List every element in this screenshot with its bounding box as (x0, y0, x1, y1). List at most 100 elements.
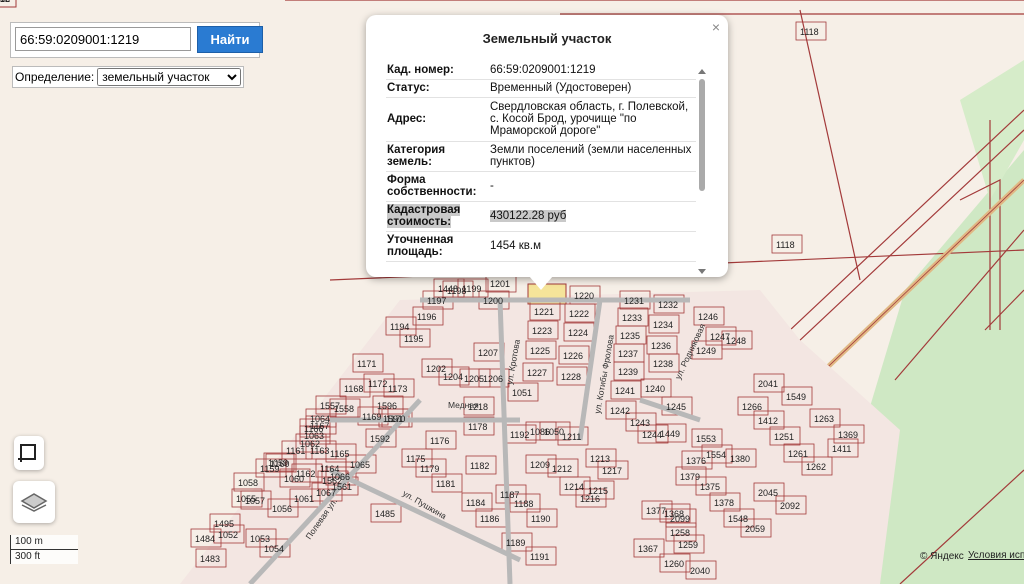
parcel-number-label: 1562 (322, 476, 342, 486)
parcel-number-label: 1554 (706, 450, 726, 460)
parcel-number-label: 1054 (264, 544, 284, 554)
parcel-number-label: 1053 (250, 534, 270, 544)
parcel-number-label: 1412 (758, 416, 778, 426)
search-panel: Найти (10, 22, 263, 58)
parcel-number-label: 1186 (480, 514, 499, 524)
parcel-number-label: 1369 (838, 430, 858, 440)
parcel-number-label: 1165 (330, 449, 349, 459)
parcel-number-label: 1065 (350, 460, 370, 470)
parcel-number-label: 1495 (214, 519, 234, 529)
popup-title: Земельный участок (482, 31, 612, 46)
parcel-number-label: 1118 (800, 27, 819, 37)
parcel-number-label: 1241 (615, 386, 635, 396)
info-row-cadastral-number: Кад. номер: 66:59:0209001:1219 (386, 61, 696, 80)
definition-select[interactable]: земельный участок (97, 68, 242, 86)
parcel-number-label: 1224 (568, 328, 588, 338)
parcel-number-label: 1226 (563, 351, 583, 361)
parcel-number-label: 1179 (420, 464, 439, 474)
parcel-number-label: 1558 (334, 404, 354, 414)
map-copyright: © Яндекс (920, 551, 964, 562)
info-row-cadastral-value: Кадастровая стоимость: 430122.28 руб (386, 201, 696, 232)
info-row-ownership: Форма собственности: - (386, 171, 696, 202)
parcel-number-label: 1243 (630, 418, 650, 428)
info-value: 66:59:0209001:1219 (488, 61, 696, 80)
parcel-number-label: 1211 (562, 432, 581, 442)
info-value: Временный (Удостоверен) (488, 79, 696, 98)
parcel-number-label: 1237 (618, 349, 638, 359)
parcel-number-label: 1209 (530, 460, 550, 470)
parcel-number-label: 1195 (404, 334, 423, 344)
parcel-number-label: 861 (0, 0, 5, 4)
parcel-number-label: 1375 (700, 482, 720, 492)
parcel-number-label: 1379 (680, 472, 700, 482)
scroll-thumb[interactable] (699, 79, 705, 191)
parcel-number-label: 1175 (406, 454, 425, 464)
parcel-number-label: 1206 (483, 374, 503, 384)
scale-metric: 100 m (10, 535, 78, 550)
parcel-number-label: 1188 (514, 499, 533, 509)
info-row-status: Статус: Временный (Удостоверен) (386, 79, 696, 98)
parcel-number-label: 1231 (624, 296, 644, 306)
close-icon[interactable]: × (712, 19, 720, 35)
street-name-label: Медная (448, 400, 479, 410)
scroll-down-arrow-icon[interactable] (698, 269, 706, 274)
info-row-land-category: Категория земель: Земли поселений (земли… (386, 141, 696, 172)
parcel-number-label: 1262 (806, 462, 826, 472)
parcel-number-label: 2045 (758, 488, 778, 498)
parcel-number-label: 1058 (238, 478, 258, 488)
parcel-number-label: 1222 (569, 309, 589, 319)
fullscreen-button[interactable] (14, 436, 44, 470)
parcel-number-label: 1204 (443, 372, 463, 382)
parcel-number-label: 1178 (468, 422, 487, 432)
parcel-number-label: 1225 (530, 346, 550, 356)
parcel-number-label: 1380 (730, 454, 750, 464)
parcel-number-label: 1197 (427, 296, 446, 306)
parcel-number-label: 1248 (726, 336, 746, 346)
parcel-number-label: 1266 (742, 402, 762, 412)
popup-pointer (529, 276, 553, 290)
info-key: Уточненная площадь: (386, 231, 488, 262)
parcel-number-label: 1221 (534, 307, 554, 317)
parcel-number-label: 1596 (377, 401, 397, 411)
parcel-number-label: 2040 (690, 566, 710, 576)
parcel-number-label: 1249 (696, 346, 716, 356)
parcel-number-label: 1233 (622, 313, 642, 323)
scroll-up-arrow-icon[interactable] (698, 69, 706, 74)
parcel-number-label: 1227 (527, 368, 547, 378)
parcel-number-label: 1060 (284, 474, 304, 484)
parcel-number-label: 1242 (610, 406, 630, 416)
search-button[interactable]: Найти (197, 26, 263, 53)
parcel-number-label: 1411 (832, 444, 851, 454)
cadastral-search-input[interactable] (15, 27, 191, 51)
parcel-number-label: 1216 (580, 494, 600, 504)
popup-scrollbar[interactable] (698, 69, 706, 274)
parcel-number-label: 1189 (506, 538, 525, 548)
parcel-number-label: 1217 (602, 466, 622, 476)
parcel-number-label: 1173 (388, 384, 407, 394)
layers-button[interactable] (13, 481, 55, 523)
parcel-number-label: 1549 (786, 392, 806, 402)
info-value: - (488, 171, 696, 202)
parcel-number-label: 1485 (375, 509, 395, 519)
definition-label: Определение: (15, 70, 95, 84)
info-row-address: Адрес: Свердловская область, г. Полевско… (386, 97, 696, 142)
parcel-number-label: 2041 (758, 379, 778, 389)
parcel-number-label: 1184 (466, 498, 485, 508)
parcel-number-label: 1171 (357, 359, 376, 369)
parcel-number-label: 1063 (304, 431, 324, 441)
highlighted-key: Кадастровая стоимость: (387, 204, 461, 228)
parcel-number-label: 1201 (490, 279, 510, 289)
parcel-number-label: 1448 (438, 284, 458, 294)
parcel-number-label: 1378 (714, 498, 734, 508)
parcel-number-label: 2099 (670, 514, 690, 524)
parcel-number-label: 1118 (776, 240, 795, 250)
info-row-area: Уточненная площадь: 1454 кв.м (386, 231, 696, 262)
parcel-number-label: 1484 (195, 534, 215, 544)
parcel-number-label: 1449 (660, 429, 680, 439)
parcel-number-label: 1251 (774, 432, 794, 442)
terms-link[interactable]: Условия исп (968, 550, 1024, 561)
parcel-number-label: 2059 (745, 524, 765, 534)
parcel-number-label: 1234 (653, 320, 673, 330)
layers-icon (20, 493, 48, 512)
parcel-number-label: 1483 (200, 554, 220, 564)
